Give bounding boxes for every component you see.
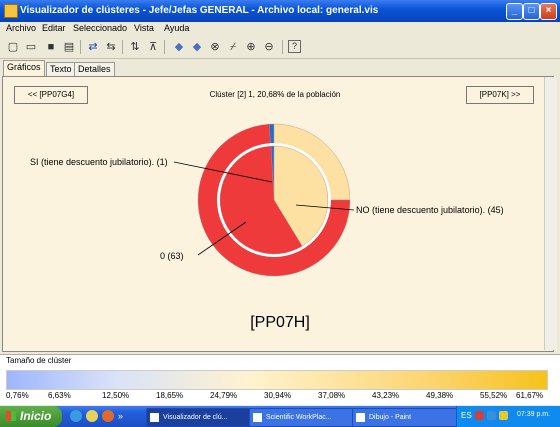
tray-icon[interactable] — [475, 411, 484, 420]
firefox-icon[interactable] — [102, 410, 114, 422]
size-tick-label: 24,79% — [210, 391, 238, 400]
task-scientific[interactable]: Scientific WorkPlac... — [249, 408, 363, 427]
task-paint[interactable]: Dibujo - Paint — [352, 408, 466, 427]
task-label: Scientific WorkPlac... — [266, 414, 332, 421]
system-tray: ES 07:39 p.m. — [456, 406, 560, 427]
size-tick-label: 43,23% — [372, 391, 400, 400]
size-tick-label: 37,08% — [318, 391, 346, 400]
start-button[interactable]: Inicio — [0, 406, 62, 427]
chart-title: [PP07H] — [250, 314, 310, 331]
language-indicator[interactable]: ES — [461, 411, 472, 420]
size-tick-label: 61,67% — [516, 391, 544, 400]
windows-flag-icon — [6, 411, 16, 421]
start-label: Inicio — [20, 409, 52, 423]
label-si: SI (tiene descuento jubilatorio). (1) — [30, 157, 168, 167]
task-app-icon — [253, 413, 262, 422]
clock[interactable]: 07:39 p.m. — [517, 411, 550, 418]
folder-icon[interactable] — [86, 410, 98, 422]
label-no: NO (tiene descuento jubilatorio). (45) — [356, 205, 504, 215]
size-tick-label: 0,76% — [6, 391, 29, 400]
ie-icon[interactable] — [70, 410, 82, 422]
task-app-icon — [356, 413, 365, 422]
task-label: Visualizador de clú... — [163, 414, 228, 421]
cluster-size-gradient[interactable] — [6, 370, 548, 390]
task-label: Dibujo - Paint — [369, 414, 412, 421]
task-visualizador[interactable]: Visualizador de clú... — [146, 408, 260, 427]
chevron-right-icon[interactable]: » — [118, 412, 126, 421]
size-tick-label: 6,63% — [48, 391, 71, 400]
task-app-icon — [150, 413, 159, 422]
cluster-size-title: Tamaño de clúster — [6, 356, 72, 365]
size-tick-label: 49,38% — [426, 391, 454, 400]
tray-icon[interactable] — [487, 411, 496, 420]
tray-icon[interactable] — [499, 411, 508, 420]
size-tick-label: 55,52% — [480, 391, 508, 400]
size-tick-label: 12,50% — [102, 391, 130, 400]
size-tick-label: 18,65% — [156, 391, 184, 400]
label-zero: 0 (63) — [160, 251, 184, 261]
size-tick-label: 30,94% — [264, 391, 292, 400]
